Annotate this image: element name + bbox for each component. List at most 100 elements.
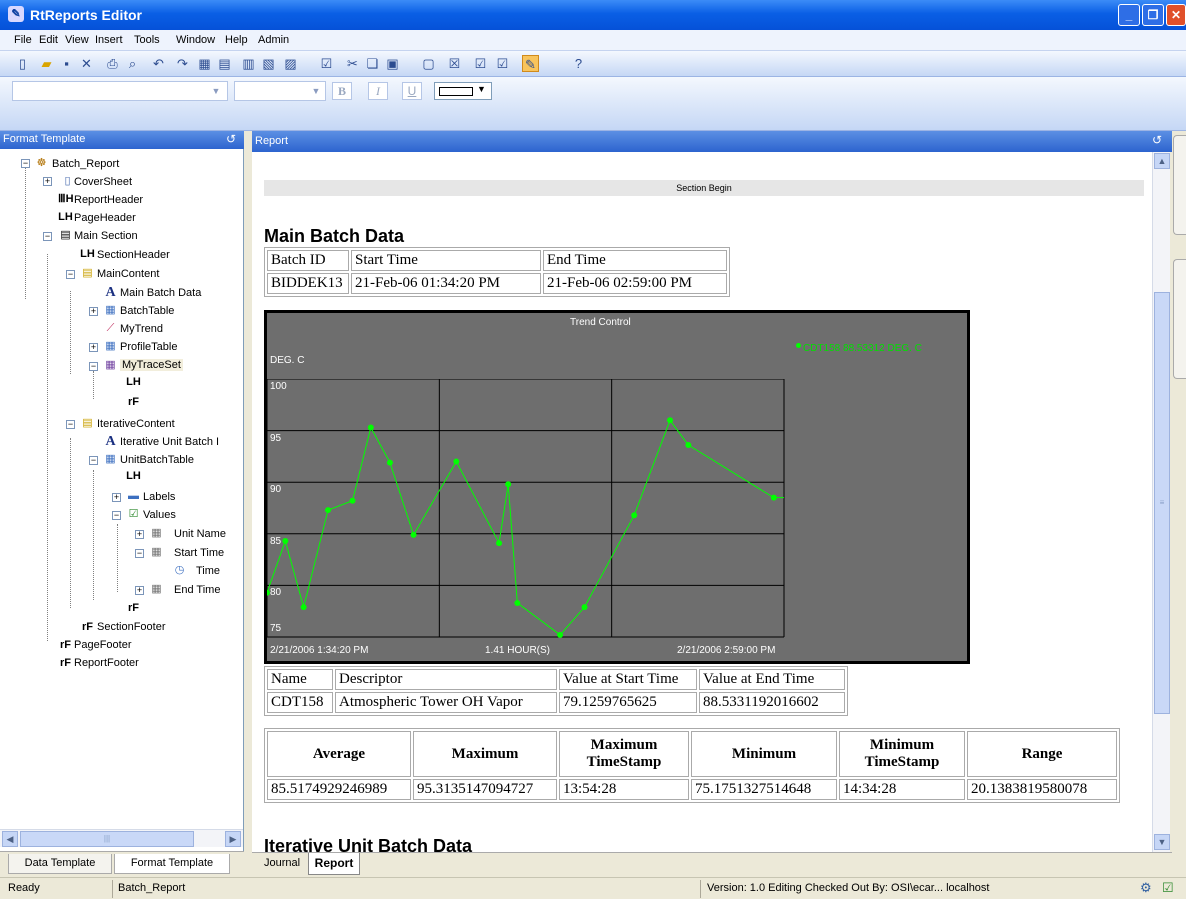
tree-item-batchtable[interactable]: BatchTable [120,305,174,317]
italic-button[interactable]: I [368,82,388,100]
maximize-button[interactable]: ❐ [1142,4,1164,26]
tree-item-values[interactable]: Values [143,509,176,521]
tree-item-end-time[interactable]: End Time [174,584,220,596]
table-icon: ▦ [105,304,116,316]
print-preview-icon[interactable]: ⌕ [124,55,141,72]
tree-item-sectionheader[interactable]: SectionHeader [97,249,170,261]
tree-item-reportheader[interactable]: ReportHeader [74,194,143,206]
chevron-down-icon[interactable]: ▼ [208,83,224,99]
menu-insert[interactable]: Insert [95,34,123,46]
tree-item-mytraceset[interactable]: MyTraceSet [120,359,183,371]
collapse-toggle[interactable]: − [43,232,52,241]
close-button[interactable]: ✕ [1166,4,1186,26]
bold-button[interactable]: B [332,82,352,100]
collapse-toggle[interactable]: − [112,511,121,520]
scroll-right-icon[interactable]: ▶ [225,831,241,847]
cut-icon[interactable]: ✂ [344,55,361,72]
menu-help[interactable]: Help [225,34,248,46]
scroll-thumb[interactable]: ||| [20,831,194,847]
menu-file[interactable]: File [14,34,32,46]
dock-tab[interactable] [1173,135,1186,235]
menu-view[interactable]: View [65,34,89,46]
preview-icon[interactable]: ▢ [420,55,437,72]
pin-icon[interactable]: ↺ [1152,133,1162,147]
tree-item-unitbatchtable[interactable]: UnitBatchTable [120,454,194,466]
tab-data-template[interactable]: Data Template [8,854,112,874]
expand-toggle[interactable]: + [112,493,121,502]
horizontal-scrollbar[interactable]: ◀ ||| ▶ [0,829,243,847]
check-icon[interactable]: ☑ [472,55,489,72]
tab-journal[interactable]: Journal [256,854,308,874]
tree-item-time[interactable]: Time [196,565,220,577]
edit-mode-icon[interactable]: ✎ [522,55,539,72]
tree-item-main-section[interactable]: Main Section [74,230,138,242]
tree-item-maincontent[interactable]: MainContent [97,268,159,280]
content-folder-icon: ▤ [82,417,93,429]
tree-item-profiletable[interactable]: ProfileTable [120,341,177,353]
tab-format-template[interactable]: Format Template [114,854,230,874]
tab-report[interactable]: Report [308,853,360,875]
tree-item-pagefooter[interactable]: PageFooter [74,639,131,651]
tree-item-iterative-unit-batch[interactable]: Iterative Unit Batch I [120,436,240,448]
tree-item-batch-report[interactable]: Batch_Report [52,158,119,170]
checkout-icon[interactable]: ☑ [494,55,511,72]
tree-item-unit-name[interactable]: Unit Name [174,528,226,540]
insert-row-icon[interactable]: ▤ [216,55,233,72]
copy-icon[interactable]: ❏ [364,55,381,72]
scroll-left-icon[interactable]: ◀ [2,831,18,847]
font-name-select[interactable] [12,81,228,101]
split-icon[interactable]: ▨ [282,55,299,72]
collapse-toggle[interactable]: − [89,456,98,465]
menu-tools[interactable]: Tools [134,34,160,46]
redo-icon[interactable]: ↷ [174,55,191,72]
tree-item-sectionfooter[interactable]: SectionFooter [97,621,165,633]
vertical-scrollbar[interactable]: ▲ ≡ ▼ [1152,152,1170,852]
scroll-down-icon[interactable]: ▼ [1154,834,1170,850]
collapse-toggle[interactable]: − [135,549,144,558]
delete-icon[interactable]: ✕ [78,55,95,72]
pin-icon[interactable]: ↺ [226,132,236,146]
save-icon[interactable]: ▪ [58,55,75,72]
underline-button[interactable]: U [402,82,422,100]
tree-item-iterativecontent[interactable]: IterativeContent [97,418,175,430]
undo-icon[interactable]: ↶ [150,55,167,72]
dock-tab[interactable] [1173,259,1186,379]
open-icon[interactable]: ▰ [38,55,55,72]
tree-item-main-batch-data[interactable]: Main Batch Data [120,287,201,299]
validate-icon[interactable]: ☒ [446,55,463,72]
new-icon[interactable]: ▯ [14,55,31,72]
print-icon[interactable]: ⎙ [104,55,121,72]
border-style-select[interactable]: ▼ [434,82,492,100]
menu-admin[interactable]: Admin [258,34,289,46]
expand-toggle[interactable]: + [89,307,98,316]
insert-column-icon[interactable]: ▥ [240,55,257,72]
expand-toggle[interactable]: + [135,530,144,539]
tree-item-reportfooter[interactable]: ReportFooter [74,657,139,669]
menu-window[interactable]: Window [176,34,215,46]
scroll-thumb[interactable]: ≡ [1154,292,1170,714]
help-icon[interactable]: ? [570,55,587,72]
trend-control[interactable]: Trend Control DEG. C CDT158 88.53312 DEG… [264,310,970,664]
tree-item-pageheader[interactable]: PageHeader [74,212,136,224]
expand-toggle[interactable]: + [135,586,144,595]
splitter[interactable] [244,131,252,877]
minimize-button[interactable]: _ [1118,4,1140,26]
header-maximum: Maximum [413,731,557,777]
merge-icon[interactable]: ▧ [260,55,277,72]
collapse-toggle[interactable]: − [66,270,75,279]
paste-icon[interactable]: ▣ [384,55,401,72]
scroll-up-icon[interactable]: ▲ [1154,153,1170,169]
expand-toggle[interactable]: + [89,343,98,352]
tree-item-mytrend[interactable]: MyTrend [120,323,163,335]
collapse-toggle[interactable]: − [66,420,75,429]
collapse-toggle[interactable]: − [21,159,30,168]
tree-item-labels[interactable]: Labels [143,491,175,503]
tree-item-coversheet[interactable]: CoverSheet [74,176,132,188]
insert-table-icon[interactable]: ▦ [196,55,213,72]
tree-item-start-time[interactable]: Start Time [174,547,224,559]
collapse-toggle[interactable]: − [89,362,98,371]
menu-edit[interactable]: Edit [39,34,58,46]
expand-toggle[interactable]: + [43,177,52,186]
properties-icon[interactable]: ☑ [318,55,335,72]
chevron-down-icon[interactable]: ▼ [309,83,323,99]
